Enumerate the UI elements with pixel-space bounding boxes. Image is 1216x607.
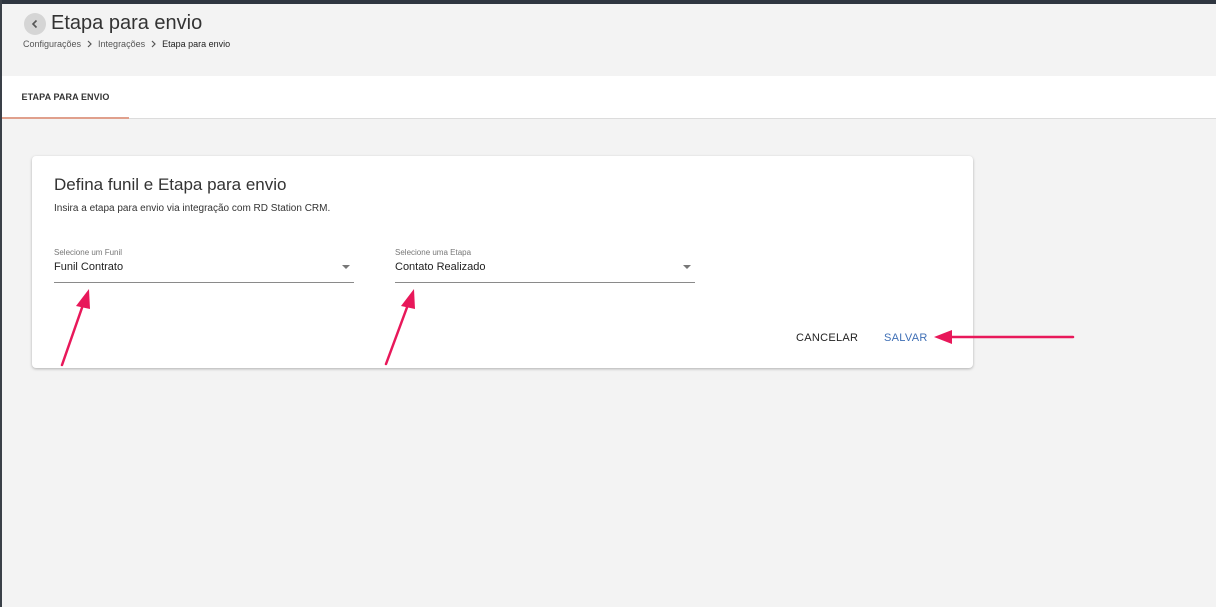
stage-select[interactable]: Selecione uma Etapa Contato Realizado xyxy=(395,248,695,283)
caret-down-icon xyxy=(683,265,691,269)
breadcrumb: Configurações Integrações Etapa para env… xyxy=(23,39,230,49)
tab-label: ETAPA PARA ENVIO xyxy=(21,92,110,102)
chevron-right-icon xyxy=(150,40,157,48)
chevron-left-icon xyxy=(31,19,38,29)
card-title: Defina funil e Etapa para envio xyxy=(54,175,287,194)
breadcrumb-item-configuracoes[interactable]: Configurações xyxy=(23,39,81,49)
stage-select-label: Selecione uma Etapa xyxy=(395,248,472,257)
stage-select-value: Contato Realizado xyxy=(395,261,486,273)
active-tab-indicator xyxy=(2,117,129,119)
page-header: Etapa para envio Configurações Integraçõ… xyxy=(2,4,1216,76)
save-button[interactable]: SALVAR xyxy=(884,332,928,344)
card-subtitle: Insira a etapa para envio via integração… xyxy=(54,203,331,214)
chevron-right-icon xyxy=(86,40,93,48)
funnel-select-value: Funil Contrato xyxy=(54,261,124,273)
cancel-button[interactable]: CANCELAR xyxy=(796,332,858,344)
settings-card: Defina funil e Etapa para envio Insira a… xyxy=(32,156,973,368)
tab-etapa-para-envio[interactable]: ETAPA PARA ENVIO xyxy=(2,76,129,119)
caret-down-icon xyxy=(342,265,350,269)
back-button[interactable] xyxy=(24,13,46,35)
page: Etapa para envio Configurações Integraçõ… xyxy=(0,0,1216,607)
funnel-select[interactable]: Selecione um Funil Funil Contrato xyxy=(54,248,354,283)
page-title: Etapa para envio xyxy=(51,12,203,34)
breadcrumb-item-integracoes[interactable]: Integrações xyxy=(98,39,145,49)
funnel-select-label: Selecione um Funil xyxy=(54,248,123,257)
breadcrumb-item-current: Etapa para envio xyxy=(162,39,231,49)
tab-bar: ETAPA PARA ENVIO xyxy=(2,76,1216,119)
